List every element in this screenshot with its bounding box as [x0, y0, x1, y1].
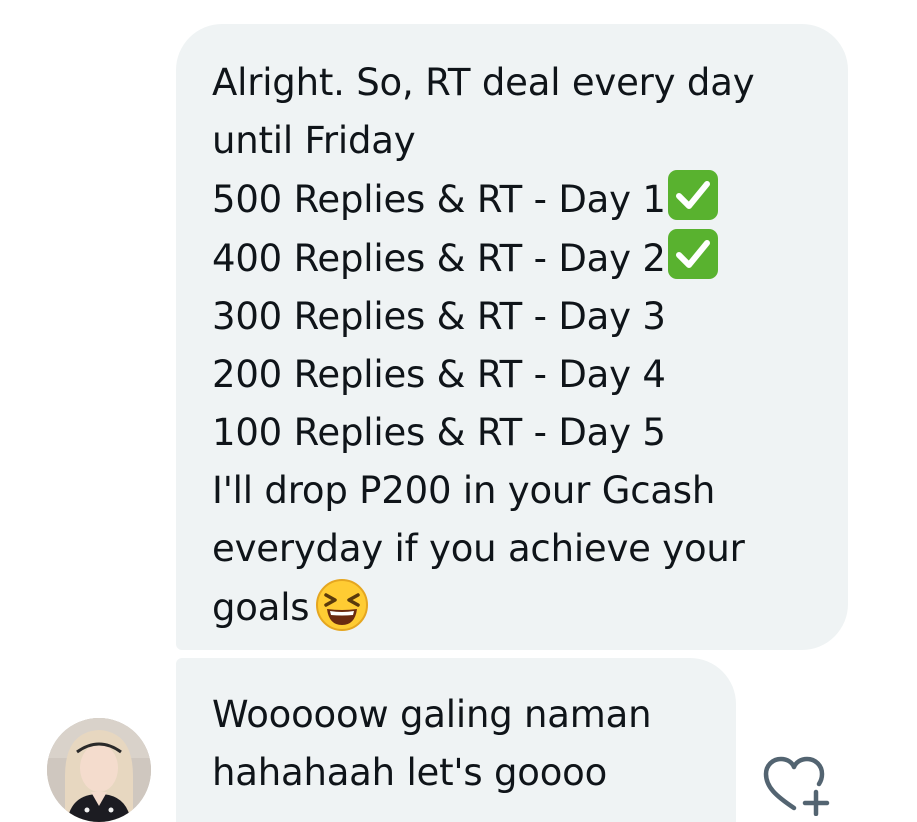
- message-line: everyday if you achieve your: [212, 527, 745, 570]
- check-mark-icon: [667, 170, 718, 220]
- avatar[interactable]: [47, 718, 151, 822]
- message-line: I'll drop P200 in your Gcash: [212, 469, 716, 512]
- message-line: 200 Replies & RT - Day 4: [212, 353, 666, 396]
- message-bubble-deal[interactable]: Alright. So, RT deal every day until Fri…: [176, 24, 848, 650]
- goals-text: goals: [212, 586, 310, 629]
- message-line-day2: 400 Replies & RT - Day 2: [212, 229, 828, 288]
- add-reaction-button[interactable]: [762, 752, 834, 817]
- check-mark-icon: [667, 229, 718, 279]
- message-line-last: goals: [212, 578, 828, 637]
- message-line: Alright. So, RT deal every day: [212, 61, 755, 104]
- day1-text: 500 Replies & RT - Day 1: [212, 178, 666, 221]
- day2-text: 400 Replies & RT - Day 2: [212, 237, 666, 280]
- message-bubble-reply[interactable]: Wooooow galing naman hahahaah let's gooo…: [176, 658, 736, 822]
- message-line: 300 Replies & RT - Day 3: [212, 295, 666, 338]
- heart-plus-icon: [762, 756, 834, 820]
- message-line: until Friday: [212, 119, 416, 162]
- message-line-day1: 500 Replies & RT - Day 1: [212, 170, 828, 229]
- message-line: 100 Replies & RT - Day 5: [212, 411, 666, 454]
- message-line: Wooooow galing naman: [212, 693, 652, 736]
- message-line: hahahaah let's goooo: [212, 751, 608, 794]
- laughing-face-icon: [315, 578, 369, 632]
